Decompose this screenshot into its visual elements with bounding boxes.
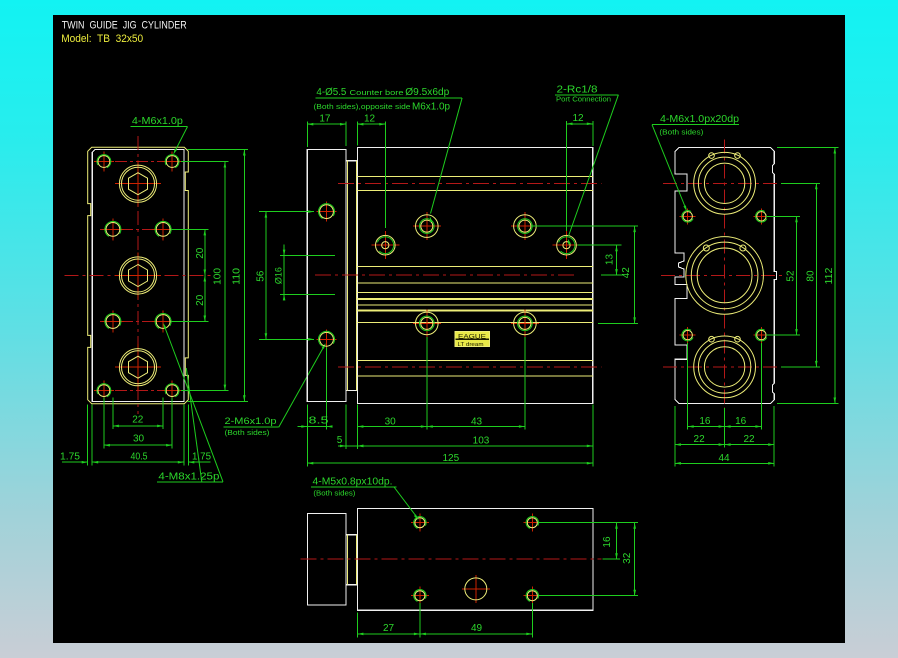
svg-text:16: 16 <box>735 416 747 427</box>
svg-text:43: 43 <box>471 417 483 428</box>
svg-text:Ø9.5x6dp: Ø9.5x6dp <box>405 87 449 98</box>
svg-text:30: 30 <box>385 417 397 428</box>
svg-text:22: 22 <box>743 434 755 445</box>
svg-text:12: 12 <box>572 113 584 124</box>
svg-text:4-M6x1.0px20dp: 4-M6x1.0px20dp <box>660 114 739 125</box>
svg-text:4-Ø5.5: 4-Ø5.5 <box>316 87 346 98</box>
svg-text:4-M6x1.0p: 4-M6x1.0p <box>132 116 183 127</box>
svg-text:4-M5x0.8px10dp.: 4-M5x0.8px10dp. <box>313 477 393 488</box>
svg-text:27: 27 <box>383 623 395 634</box>
svg-text:49: 49 <box>471 623 483 634</box>
svg-text:M6x1.0p: M6x1.0p <box>412 101 450 112</box>
svg-text:44: 44 <box>718 453 730 464</box>
svg-text:5: 5 <box>337 435 343 446</box>
svg-text:1.75: 1.75 <box>60 451 80 462</box>
svg-text:LT dream: LT dream <box>458 342 484 348</box>
svg-text:110: 110 <box>232 267 243 284</box>
svg-text:Counter bore: Counter bore <box>350 88 404 97</box>
svg-text:30: 30 <box>133 433 145 444</box>
svg-text:16: 16 <box>602 536 613 548</box>
svg-text:(Both sides): (Both sides) <box>225 428 271 437</box>
svg-text:20: 20 <box>195 294 206 306</box>
svg-text:112: 112 <box>824 267 835 284</box>
svg-text:125: 125 <box>442 453 459 464</box>
svg-text:12: 12 <box>364 114 376 125</box>
svg-text:100: 100 <box>212 267 223 284</box>
svg-text:Model: TB 32x50: Model: TB 32x50 <box>61 33 143 45</box>
svg-text:56: 56 <box>256 270 267 282</box>
svg-text:2-M6x1.0p: 2-M6x1.0p <box>225 416 277 427</box>
svg-text:32: 32 <box>622 552 633 564</box>
svg-text:40.5: 40.5 <box>131 451 148 462</box>
svg-text:20: 20 <box>195 247 206 259</box>
svg-text:42: 42 <box>621 267 632 279</box>
svg-text:TWIN GUIDE JIG CYLINDER: TWIN GUIDE JIG CYLINDER <box>62 20 187 32</box>
svg-text:EAGUE: EAGUE <box>458 333 486 340</box>
svg-text:Port Connection: Port Connection <box>556 95 611 104</box>
svg-text:80: 80 <box>806 270 817 282</box>
svg-text:(Both sides),opposite side: (Both sides),opposite side <box>314 102 411 111</box>
svg-text:52: 52 <box>786 270 797 282</box>
svg-text:8.5: 8.5 <box>309 416 330 427</box>
svg-text:4-M8x1.25p: 4-M8x1.25p <box>158 471 220 482</box>
svg-text:(Both sides): (Both sides) <box>313 489 356 498</box>
svg-text:103: 103 <box>473 436 490 447</box>
svg-text:22: 22 <box>694 434 706 445</box>
svg-text:(Both sides): (Both sides) <box>659 128 704 137</box>
svg-text:17: 17 <box>319 114 331 125</box>
svg-text:16: 16 <box>699 416 711 427</box>
svg-text:1.75: 1.75 <box>192 451 211 462</box>
svg-text:13: 13 <box>605 254 616 266</box>
svg-text:22: 22 <box>132 414 144 425</box>
svg-text:Ø16: Ø16 <box>274 267 284 284</box>
